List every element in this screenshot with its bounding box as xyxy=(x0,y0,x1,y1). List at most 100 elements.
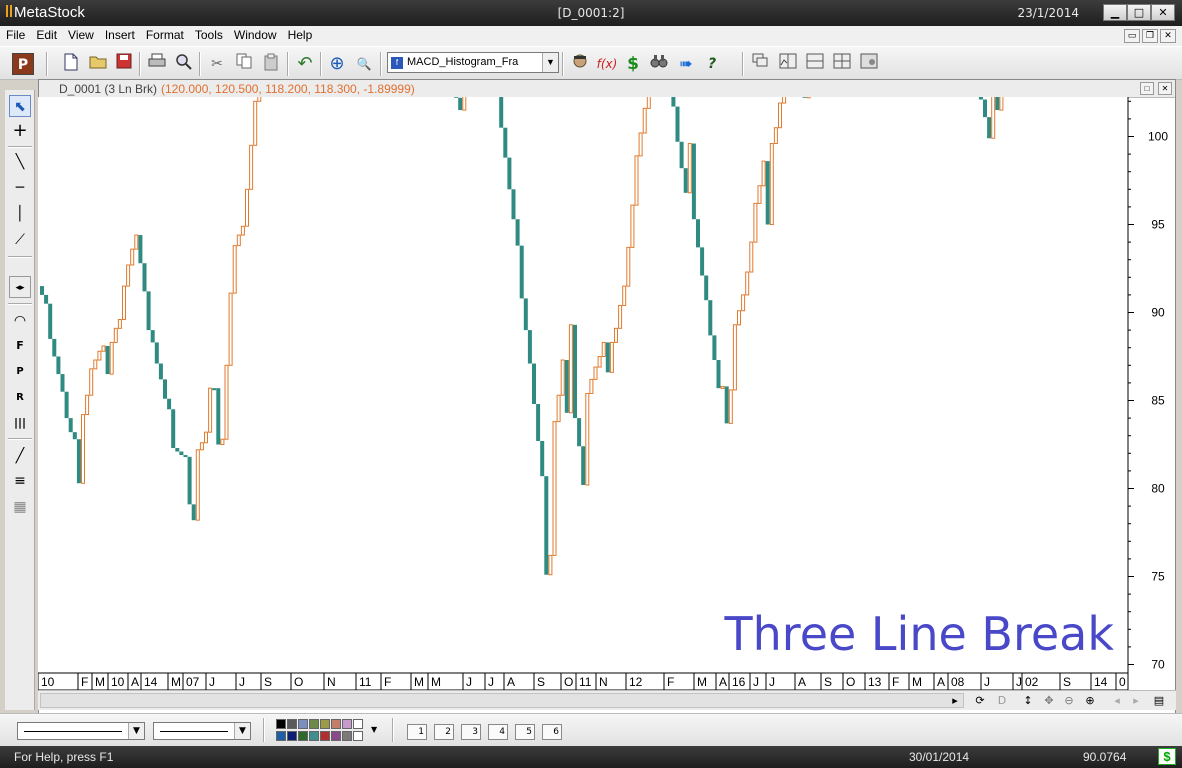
color-swatch[interactable] xyxy=(353,731,363,741)
settings-grid-icon[interactable] xyxy=(858,53,880,75)
properties-icon[interactable]: ▤ xyxy=(1152,693,1166,708)
expert-advisor-icon[interactable] xyxy=(569,53,591,75)
dollar-icon[interactable]: $ xyxy=(622,53,644,75)
copy-icon[interactable] xyxy=(233,53,255,75)
dollar-status-icon[interactable]: $ xyxy=(1158,748,1176,765)
mdi-close-button[interactable]: ✕ xyxy=(1160,29,1176,43)
brick-down xyxy=(64,391,69,419)
gann-fan-icon[interactable]: ≡ xyxy=(9,470,31,492)
color-swatch[interactable] xyxy=(309,719,319,729)
explorer-binoculars-icon[interactable] xyxy=(648,53,670,75)
cut-icon[interactable]: ✂ xyxy=(206,53,228,75)
tile-horizontal-icon[interactable] xyxy=(804,53,826,75)
close-button[interactable]: ✕ xyxy=(1151,4,1175,21)
palette-dropdown-icon[interactable]: ▼ xyxy=(371,725,377,734)
print-icon[interactable] xyxy=(146,53,168,75)
page-right-icon[interactable]: ▸ xyxy=(1129,693,1143,708)
move-icon[interactable]: ✥ xyxy=(1042,693,1056,708)
line-style-select[interactable]: ▼ xyxy=(17,722,145,740)
zoom-in-icon[interactable]: ⊕ xyxy=(1083,693,1097,708)
color-swatch[interactable] xyxy=(342,719,352,729)
menu-tools[interactable]: Tools xyxy=(189,26,228,42)
brick-down xyxy=(187,456,192,505)
three-line-break-chart[interactable]: 707580859095100105110115120125130118.300… xyxy=(38,97,1175,690)
crosshair-tool-icon[interactable]: + xyxy=(9,120,31,142)
mdi-minimize-button[interactable]: ▭ xyxy=(1124,29,1140,43)
color-swatch[interactable] xyxy=(353,719,363,729)
color-swatch[interactable] xyxy=(320,719,330,729)
menu-insert[interactable]: Insert xyxy=(99,26,140,42)
color-swatch[interactable] xyxy=(320,731,330,741)
cycle-lines-icon[interactable]: ◂▸ xyxy=(9,276,31,298)
line-width-2-button[interactable]: 2 xyxy=(434,724,454,740)
color-swatch[interactable] xyxy=(287,719,297,729)
line-width-6-button[interactable]: 6 xyxy=(542,724,562,740)
line-width-3-button[interactable]: 3 xyxy=(461,724,481,740)
mdi-restore-button[interactable]: ❐ xyxy=(1142,29,1158,43)
chevron-down-icon[interactable]: ▼ xyxy=(128,723,144,739)
brick-down xyxy=(577,418,582,447)
chevron-down-icon[interactable]: ▼ xyxy=(542,53,558,72)
menu-help[interactable]: Help xyxy=(282,26,318,42)
color-swatch[interactable] xyxy=(276,731,286,741)
color-swatch[interactable] xyxy=(331,719,341,729)
color-swatch[interactable] xyxy=(298,719,308,729)
color-swatch[interactable] xyxy=(331,731,341,741)
tile-grid-icon[interactable] xyxy=(831,53,853,75)
fibonacci-projection-icon[interactable]: P xyxy=(9,361,31,383)
paste-icon[interactable] xyxy=(260,53,282,75)
zoom-out-icon[interactable]: ⊖ xyxy=(1062,693,1076,708)
trendline-icon[interactable]: ╲ xyxy=(9,151,31,173)
chart-scrollbar[interactable]: ▸ ⟳ D ↕ ✥ ⊖ ⊕ ◂ ▸ ▤ xyxy=(38,690,1176,710)
help-query-icon[interactable]: ? xyxy=(701,53,723,75)
undo-icon[interactable]: ↶ xyxy=(294,53,316,75)
menu-edit[interactable]: Edit xyxy=(30,26,62,42)
tile-chart-icon[interactable] xyxy=(777,53,799,75)
line-width-4-button[interactable]: 4 xyxy=(488,724,508,740)
chart-restore-button[interactable]: □ xyxy=(1140,82,1154,95)
arc-icon[interactable]: ◠ xyxy=(9,310,31,332)
maximize-button[interactable]: □ xyxy=(1127,4,1151,21)
line-width-1-button[interactable]: 1 xyxy=(407,724,427,740)
print-preview-icon[interactable] xyxy=(173,53,195,75)
forward-arrow-icon[interactable]: ➠ xyxy=(675,53,697,75)
formula-icon[interactable]: f(x) xyxy=(596,53,618,75)
chart-close-button[interactable]: ✕ xyxy=(1158,82,1172,95)
crosshair-icon[interactable]: ⊕ xyxy=(326,53,348,75)
scroll-track[interactable] xyxy=(40,693,964,708)
color-swatch[interactable] xyxy=(309,731,319,741)
new-document-icon[interactable] xyxy=(60,53,82,75)
menu-window[interactable]: Window xyxy=(228,26,282,42)
page-left-icon[interactable]: ◂ xyxy=(1110,693,1124,708)
color-swatch[interactable] xyxy=(298,731,308,741)
save-icon[interactable] xyxy=(113,53,135,75)
pattern-fill-icon[interactable]: ▦ xyxy=(9,496,31,518)
chevron-down-icon[interactable]: ▼ xyxy=(234,723,250,739)
line-weight-select[interactable]: ▼ xyxy=(153,722,251,740)
data-window-icon[interactable]: D xyxy=(995,693,1009,708)
fibonacci-icon[interactable]: F xyxy=(9,335,31,357)
color-swatch[interactable] xyxy=(287,731,297,741)
time-zones-icon[interactable]: ||| xyxy=(9,412,31,434)
minimize-button[interactable]: ▁ xyxy=(1103,4,1127,21)
scroll-right-button[interactable]: ▸ xyxy=(948,693,962,708)
line-width-5-button[interactable]: 5 xyxy=(515,724,535,740)
vertical-resize-icon[interactable]: ↕ xyxy=(1021,693,1035,708)
open-folder-icon[interactable] xyxy=(87,53,109,75)
cascade-windows-icon[interactable] xyxy=(750,53,772,75)
color-swatch[interactable] xyxy=(276,719,286,729)
zoom-icon[interactable]: 🔍 xyxy=(353,53,375,75)
fibonacci-retracement-icon[interactable]: R xyxy=(9,387,31,409)
menu-format[interactable]: Format xyxy=(140,26,189,42)
metastock-power-icon[interactable]: P xyxy=(12,53,34,75)
raff-channel-icon[interactable]: ╱ xyxy=(9,445,31,467)
menu-view[interactable]: View xyxy=(62,26,99,42)
vertical-line-icon[interactable]: │ xyxy=(9,203,31,225)
menu-file[interactable]: File xyxy=(0,26,30,42)
color-swatch[interactable] xyxy=(342,731,352,741)
indicator-select[interactable]: f MACD_Histogram_Fra ▼ xyxy=(387,52,559,73)
horizontal-line-icon[interactable]: ─ xyxy=(9,177,31,199)
refresh-icon[interactable]: ⟳ xyxy=(973,693,987,708)
speed-lines-icon[interactable]: ⟋ xyxy=(9,229,31,251)
select-arrow-icon[interactable]: ⬉ xyxy=(9,95,31,117)
